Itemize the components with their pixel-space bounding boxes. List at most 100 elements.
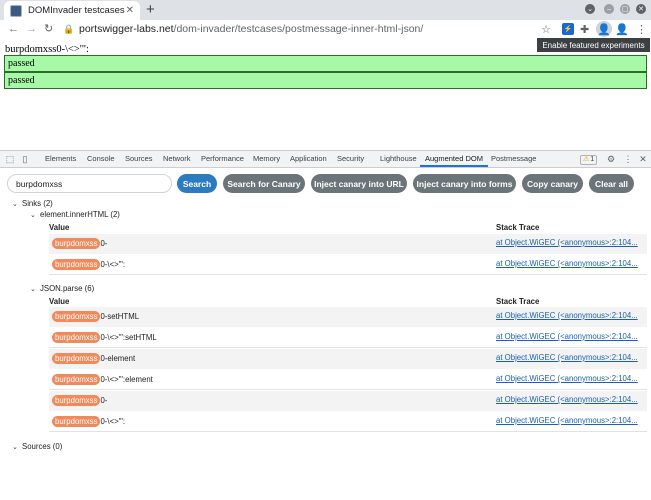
expand-arrow-icon: ⌄ [12,201,18,208]
tab-security[interactable]: Security [337,151,364,167]
tooltip: Enable featured experiments [537,38,650,52]
row-value: burpdomxss 0-\<>'":setHTML [52,332,157,343]
forward-icon[interactable]: → [26,20,37,38]
stack-trace-link[interactable]: at Object.WiGEC (<anonymous>:2:104... [496,395,638,404]
row-value: burpdomxss 0-setHTML [52,311,139,322]
warning-badge[interactable]: ⚠ 1 [580,155,598,165]
close-window-icon[interactable]: ✕ [636,4,646,14]
value-column-header: Value [49,223,70,232]
tab-console[interactable]: Console [87,151,115,167]
value-suffix: 0-setHTML [100,312,140,321]
tab-performance[interactable]: Performance [201,151,244,167]
stack-trace-link[interactable]: at Object.WiGEC (<anonymous>:2:104... [496,332,638,341]
table-row: burpdomxss 0-setHTML at Object.WiGEC (<an… [49,307,647,327]
canary-badge: burpdomxss [52,416,101,427]
stack-trace-link[interactable]: at Object.WiGEC (<anonymous>:2:104... [496,311,638,320]
tab-sources[interactable]: Sources [125,151,153,167]
profile-active-icon[interactable]: 👤 [596,21,612,37]
value-column-header: Value [49,297,70,306]
tab-postmessage[interactable]: Postmessage [491,151,536,167]
canary-badge: burpdomxss [52,238,101,249]
canary-badge: burpdomxss [52,395,101,406]
clear-all-button[interactable]: Clear all [589,174,634,193]
menu-kebab-icon[interactable]: ⋮ [636,22,647,36]
row-value: burpdomxss 0-\<>'":element [52,374,153,385]
stack-trace-link[interactable]: at Object.WiGEC (<anonymous>:2:104... [496,374,638,383]
table-row: burpdomxss 0-\<>'": at Object.WiGEC (<ano… [49,255,647,275]
row-value: burpdomxss 0-\<>'": [52,259,125,270]
window-menu-icon[interactable]: ⌄ [585,4,595,14]
value-suffix: 0-\<>'": [100,417,126,426]
value-suffix: 0-\<>'":setHTML [100,333,157,342]
table-row: burpdomxss 0- at Object.WiGEC (<anonymous… [49,391,647,411]
expand-arrow-icon: ⌄ [30,212,36,219]
browser-toolbar: ← → ↻ 🔒 portswigger-labs.net/dom-invader… [0,20,651,38]
inject-canary-forms-button[interactable]: Inject canary into forms [413,174,516,193]
canary-badge: burpdomxss [52,332,101,343]
sources-node[interactable]: ⌄ Sources (0) [12,442,62,451]
close-tab-icon[interactable]: ✕ [126,5,134,16]
tab-augmented-dom[interactable]: Augmented DOM [420,151,488,167]
tab-lighthouse[interactable]: Lighthouse [380,151,417,167]
tab-network[interactable]: Network [163,151,191,167]
extensions-puzzle-icon[interactable]: ✚ [580,22,589,36]
reload-icon[interactable]: ↻ [44,20,53,38]
expand-arrow-icon: ⌄ [12,444,18,451]
row-value: burpdomxss 0-\<>'": [52,416,125,427]
dom-invader-extension-icon[interactable]: ⚡ [562,22,574,36]
row-value: burpdomxss 0-element [52,353,135,364]
device-toolbar-icon[interactable]: ▯ [20,154,30,164]
tab-memory[interactable]: Memory [253,151,280,167]
sources-label: Sources (0) [22,442,63,451]
search-button[interactable]: Search [177,174,217,193]
browser-tab[interactable]: DOMInvader testcases ✕ [4,1,140,20]
stack-trace-column-header: Stack Trace [496,223,540,232]
url-host: portswigger-labs.net [79,23,174,35]
value-suffix: 0-\<>'":element [100,375,153,384]
stack-trace-link[interactable]: at Object.WiGEC (<anonymous>:2:104... [496,416,638,425]
devtools-tab-bar: ⬚ ▯ Elements Console Sources Network Per… [0,151,651,168]
search-for-canary-button[interactable]: Search for Canary [223,174,305,193]
copy-canary-button[interactable]: Copy canary [522,174,583,193]
sink-group-json-parse[interactable]: ⌄ JSON.parse (6) [30,284,94,293]
address-bar[interactable]: portswigger-labs.net/dom-invader/testcas… [79,21,423,37]
stack-trace-link[interactable]: at Object.WiGEC (<anonymous>:2:104... [496,353,638,362]
canary-badge: burpdomxss [52,353,101,364]
back-icon[interactable]: ← [8,20,19,38]
lock-icon[interactable]: 🔒 [63,24,74,35]
canary-search-input[interactable] [7,174,172,193]
table-row: burpdomxss 0-element at Object.WiGEC (<an… [49,349,647,369]
bookmark-star-icon[interactable]: ☆ [540,22,552,36]
sink-group-innerhtml[interactable]: ⌄ element.innerHTML (2) [30,210,120,219]
value-suffix: 0- [100,396,108,405]
url-path: /dom-invader/testcases/postmessage-inner… [173,23,424,35]
sinks-node[interactable]: ⌄ Sinks (2) [12,199,53,208]
stack-trace-link[interactable]: at Object.WiGEC (<anonymous>:2:104... [496,238,638,247]
tab-application[interactable]: Application [290,151,327,167]
sinks-label: Sinks (2) [22,199,53,208]
table-row: burpdomxss 0-\<>'":setHTML at Object.WiGE… [49,328,647,348]
warning-count: 1 [590,156,595,163]
row-value: burpdomxss 0- [52,395,107,406]
stack-trace-link[interactable]: at Object.WiGEC (<anonymous>:2:104... [496,259,638,268]
inspect-element-icon[interactable]: ⬚ [5,154,15,164]
minimize-icon[interactable]: – [604,4,614,14]
new-tab-icon[interactable]: + [146,1,155,19]
close-devtools-icon[interactable]: ✕ [638,154,648,164]
value-suffix: 0- [100,239,108,248]
canary-badge: burpdomxss [52,311,101,322]
warning-icon: ⚠ [583,156,590,163]
settings-gear-icon[interactable]: ⚙ [606,154,616,164]
profile-icon[interactable]: 👤 [615,22,629,36]
devtools-panel: ⬚ ▯ Elements Console Sources Network Per… [0,150,651,500]
result-passed: passed [4,55,647,72]
maximize-icon[interactable]: ▢ [620,4,630,14]
tab-elements[interactable]: Elements [45,151,76,167]
favicon-icon [10,4,22,17]
value-suffix: 0-\<>'": [100,260,126,269]
value-suffix: 0-element [100,354,136,363]
result-passed: passed [4,72,647,89]
devtools-menu-icon[interactable]: ⋮ [623,154,633,164]
inject-canary-url-button[interactable]: Inject canary into URL [311,174,407,193]
stack-trace-column-header: Stack Trace [496,297,540,306]
